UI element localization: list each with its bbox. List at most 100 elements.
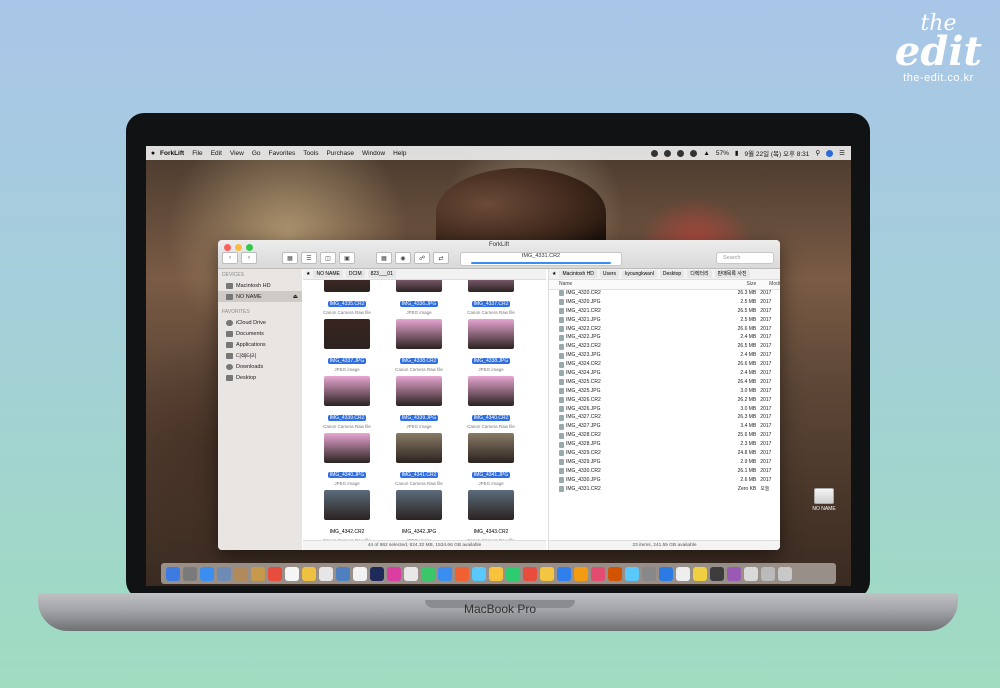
table-row[interactable]: IMG_4327.CR2 26.3 MB 2017 — [549, 413, 780, 422]
spotlight-icon[interactable]: ⚲ — [815, 149, 820, 157]
eject-icon[interactable]: ⏏ — [293, 294, 298, 300]
siri-icon[interactable] — [826, 149, 834, 157]
dock-app-icon[interactable] — [234, 566, 248, 581]
dock-app-icon[interactable] — [523, 566, 537, 581]
breadcrumb-item[interactable]: Desktop — [659, 270, 685, 278]
table-row[interactable]: IMG_4327.JPG 3.4 MB 2017 — [549, 422, 780, 431]
search-input[interactable]: Search — [716, 252, 774, 264]
table-row[interactable]: IMG_4323.JPG 2.4 MB 2017 — [549, 351, 780, 360]
table-row[interactable]: IMG_4320.JPG 2.5 MB 2017 — [549, 298, 780, 307]
sidebar-item-folder[interactable]: 디렉터리 — [218, 350, 302, 361]
arrange-button[interactable]: ▦ — [376, 252, 392, 264]
sidebar-item-desktop[interactable]: Desktop — [218, 372, 302, 383]
menu-help[interactable]: Help — [393, 150, 406, 157]
file-icon-item[interactable]: IMG_4339.CR2 Canon Camera Raw file — [319, 376, 375, 430]
dock-app-icon[interactable] — [710, 566, 724, 581]
column-view-button[interactable]: ◫ — [320, 252, 336, 264]
menu-go[interactable]: Go — [252, 150, 261, 157]
sidebar-item-macintosh-hd[interactable]: Macintosh HD — [218, 280, 302, 291]
table-row[interactable]: IMG_4326.JPG 3.0 MB 2017 — [549, 405, 780, 414]
file-icon-item[interactable]: IMG_4340.JPG JPEG image — [319, 433, 375, 487]
list-view-button[interactable]: ☰ — [301, 252, 317, 264]
menu-file[interactable]: File — [192, 150, 202, 157]
table-row[interactable]: IMG_4321.JPG 2.5 MB 2017 — [549, 316, 780, 325]
file-icon-item[interactable]: IMG_4342.JPGJPEG image — [391, 490, 447, 541]
column-header-size[interactable]: Size — [717, 280, 757, 289]
file-icon-item[interactable]: IMG_4343.CR2Canon Camera Raw file — [463, 490, 519, 541]
dock-app-icon[interactable] — [693, 566, 707, 581]
menu-window[interactable]: Window — [362, 150, 385, 157]
dock-app-icon[interactable] — [285, 566, 299, 581]
star-icon[interactable]: ★ — [306, 271, 310, 277]
path-field[interactable]: IMG_4331.CR2 — [460, 252, 622, 266]
dock-app-icon[interactable] — [489, 566, 503, 581]
sidebar-item-documents[interactable]: Documents — [218, 328, 302, 339]
table-row[interactable]: IMG_4330.JPG 2.6 MB 2017 — [549, 476, 780, 485]
column-header-modified[interactable]: Modi — [756, 280, 780, 289]
file-icon-item[interactable]: IMG_4337.JPG JPEG image — [319, 319, 375, 373]
dock-app-icon[interactable] — [761, 566, 775, 581]
sidebar-item-downloads[interactable]: Downloads — [218, 361, 302, 372]
status-icon-1[interactable] — [651, 149, 659, 157]
status-icon-3[interactable] — [677, 149, 685, 157]
file-icon-item[interactable]: IMG_4337.CR2 Canon Camera Raw file — [463, 280, 519, 316]
file-icon-item[interactable]: IMG_4340.CR2 Canon Camera Raw file — [463, 376, 519, 430]
breadcrumb-item[interactable]: 디렉터리 — [687, 270, 712, 278]
table-row[interactable]: IMG_4325.CR2 26.4 MB 2017 — [549, 378, 780, 387]
table-row[interactable]: IMG_4331.CR2 Zero KB 오늘 — [549, 485, 780, 494]
dock-app-icon[interactable] — [744, 566, 758, 581]
table-row[interactable]: IMG_4321.CR2 26.5 MB 2017 — [549, 307, 780, 316]
dock-app-icon[interactable] — [676, 566, 690, 581]
file-icon-item[interactable]: IMG_4335.CR2 Canon Camera Raw file — [319, 280, 375, 316]
file-icon-item[interactable]: IMG_4342.CR2Canon Camera Raw file — [319, 490, 375, 541]
file-icon-item[interactable]: IMG_4338.CR2 Canon Camera Raw file — [391, 319, 447, 373]
dock-app-icon[interactable] — [727, 566, 741, 581]
menu-purchase[interactable]: Purchase — [326, 150, 353, 157]
table-row[interactable]: IMG_4325.JPG 3.0 MB 2017 — [549, 387, 780, 396]
table-row[interactable]: IMG_4324.CR2 26.6 MB 2017 — [549, 360, 780, 369]
menu-favorites[interactable]: Favorites — [269, 150, 296, 157]
star-icon[interactable]: ★ — [552, 271, 556, 277]
dock-app-icon[interactable] — [659, 566, 673, 581]
menu-edit[interactable]: Edit — [211, 150, 222, 157]
breadcrumb-item[interactable]: 823___01 — [367, 270, 396, 278]
table-row[interactable]: IMG_4329.JPG 2.9 MB 2017 — [549, 458, 780, 467]
breadcrumb-item[interactable]: NO NAME — [313, 270, 343, 278]
breadcrumb-item[interactable]: Users — [599, 270, 619, 278]
icon-view-button[interactable]: ▦ — [282, 252, 298, 264]
dock-app-icon[interactable] — [642, 566, 656, 581]
notification-center-icon[interactable]: ☰ — [839, 149, 845, 157]
dock-app-icon[interactable] — [370, 566, 384, 581]
table-row[interactable]: IMG_4326.CR2 26.2 MB 2017 — [549, 396, 780, 405]
status-icon-4[interactable] — [690, 149, 698, 157]
dock-app-icon[interactable] — [183, 566, 197, 581]
sidebar-item-icloud-drive[interactable]: iCloud Drive — [218, 317, 302, 328]
dock-app-icon[interactable] — [217, 566, 231, 581]
table-row[interactable]: IMG_4322.CR2 26.6 MB 2017 — [549, 325, 780, 334]
dock-app-icon[interactable] — [557, 566, 571, 581]
table-row[interactable]: IMG_4322.JPG 2.4 MB 2017 — [549, 333, 780, 342]
table-row[interactable]: IMG_4329.CR2 24.8 MB 2017 — [549, 449, 780, 458]
dock-app-icon[interactable] — [472, 566, 486, 581]
table-row[interactable]: IMG_4328.CR2 25.6 MB 2017 — [549, 431, 780, 440]
breadcrumb-item[interactable]: Macintosh HD — [559, 270, 597, 278]
dock-app-icon[interactable] — [387, 566, 401, 581]
table-row[interactable]: IMG_4330.CR2 26.1 MB 2017 — [549, 467, 780, 476]
breadcrumb-item[interactable]: kyoungkwanl — [621, 270, 657, 278]
menu-forklift[interactable]: ForkLift — [160, 150, 184, 157]
eye-icon[interactable]: ◉ — [395, 252, 411, 264]
file-icon-item[interactable]: IMG_4339.JPG JPEG image — [391, 376, 447, 430]
dock-app-icon[interactable] — [166, 566, 180, 581]
dock-app-icon[interactable] — [574, 566, 588, 581]
dock-app-icon[interactable] — [200, 566, 214, 581]
sidebar-item-no-name[interactable]: NO NAME ⏏ — [218, 291, 302, 302]
file-icon-item[interactable]: IMG_4338.JPG JPEG image — [463, 319, 519, 373]
file-icon-item[interactable]: IMG_4336.JPG JPEG image — [391, 280, 447, 316]
dock-app-icon[interactable] — [421, 566, 435, 581]
table-row[interactable]: IMG_4328.JPG 2.3 MB 2017 — [549, 440, 780, 449]
forward-button[interactable]: › — [241, 252, 257, 264]
battery-percent[interactable]: 57% — [716, 150, 729, 157]
battery-icon[interactable]: ▮ — [735, 149, 739, 157]
file-icon-item[interactable]: IMG_4341.CR2 Canon Camera Raw file — [391, 433, 447, 487]
dock-app-icon[interactable] — [506, 566, 520, 581]
